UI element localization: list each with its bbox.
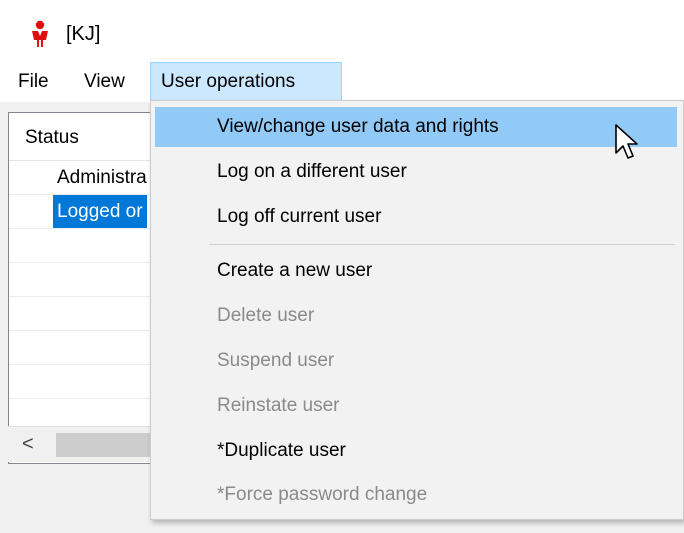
scroll-left-icon[interactable]: < bbox=[22, 433, 34, 456]
menu-item-view-change-user-data[interactable]: View/change user data and rights bbox=[155, 107, 677, 147]
menu-file[interactable]: File bbox=[8, 62, 59, 102]
menu-user-operations[interactable]: User operations bbox=[150, 62, 342, 102]
menu-item-label: Log off current user bbox=[217, 206, 382, 227]
menu-item-label: *Duplicate user bbox=[217, 440, 346, 461]
menu-item-force-password-change[interactable]: *Force password change bbox=[155, 475, 677, 515]
menu-item-label: Suspend user bbox=[217, 350, 335, 371]
menu-item-suspend-user[interactable]: Suspend user bbox=[155, 341, 677, 381]
title-bar: [KJ] bbox=[0, 0, 684, 62]
menu-item-label: Create a new user bbox=[217, 260, 373, 281]
menu-item-label: Log on a different user bbox=[217, 161, 407, 182]
menu-view[interactable]: View bbox=[74, 62, 135, 102]
menu-item-reinstate-user[interactable]: Reinstate user bbox=[155, 386, 677, 426]
menu-item-label: View/change user data and rights bbox=[217, 116, 499, 137]
user-operations-dropdown: View/change user data and rights Log on … bbox=[150, 100, 684, 520]
menu-bar: File View User operations bbox=[0, 62, 684, 102]
list-item-label: Administra bbox=[57, 167, 147, 188]
menu-item-label: *Force password change bbox=[217, 484, 428, 505]
menu-item-duplicate-user[interactable]: *Duplicate user bbox=[155, 431, 677, 471]
person-app-icon bbox=[32, 20, 48, 47]
menu-item-create-new-user[interactable]: Create a new user bbox=[155, 251, 677, 291]
menu-item-label: Reinstate user bbox=[217, 395, 340, 416]
column-header-status[interactable]: Status bbox=[25, 127, 79, 149]
window-title: [KJ] bbox=[66, 23, 101, 45]
menu-separator bbox=[209, 244, 675, 245]
mouse-pointer-icon bbox=[615, 124, 638, 159]
menu-item-label: Delete user bbox=[217, 305, 315, 326]
menu-item-log-on-different-user[interactable]: Log on a different user bbox=[155, 152, 677, 192]
menu-item-delete-user[interactable]: Delete user bbox=[155, 296, 677, 336]
list-item-label: Logged or bbox=[53, 195, 147, 228]
menu-item-log-off-current-user[interactable]: Log off current user bbox=[155, 197, 677, 237]
